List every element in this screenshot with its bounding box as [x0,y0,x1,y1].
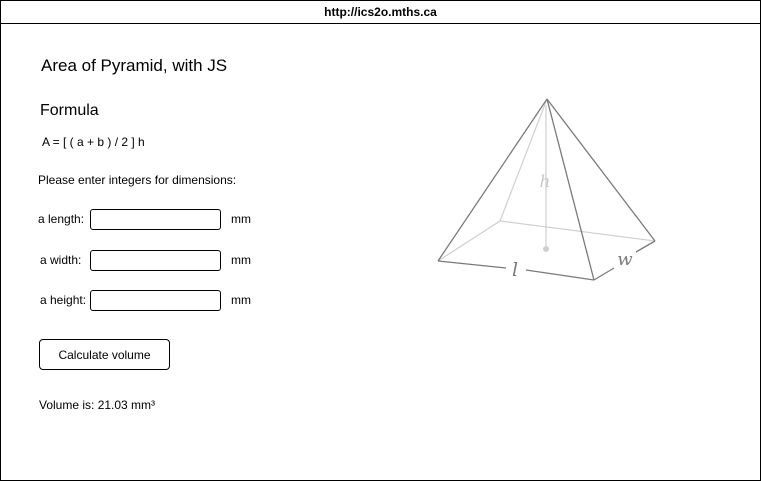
calculate-volume-button[interactable]: Calculate volume [39,339,170,370]
result-text: Volume is: 21.03 mm³ [39,398,156,412]
length-label: a length: [38,212,85,226]
pyramid-width-edge-front [593,267,615,281]
pyramid-length-edge-right [525,269,595,281]
length-unit: mm [231,212,251,226]
height-symbol: h [540,172,551,192]
formula-heading: Formula [40,102,99,119]
pyramid-front-right-edge [546,98,595,281]
pyramid-back-left-edge [499,98,548,222]
height-label: a height: [40,293,87,307]
pyramid-back-base-edge-right [499,220,656,242]
instructions-text: Please enter integers for dimensions: [38,173,237,187]
length-symbol: l [512,259,518,281]
formula-text: A = [ ( a + b ) / 2 ] h [42,135,145,149]
height-input[interactable] [90,290,221,311]
height-unit: mm [231,293,251,307]
pyramid-front-left-edge [437,98,548,262]
page-title: Area of Pyramid, with JS [41,56,228,75]
pyramid-diagram: h l w [437,98,656,281]
width-unit: mm [231,253,251,267]
pyramid-width-edge-back [635,240,656,253]
pyramid-back-right-edge [546,98,656,242]
width-input[interactable] [90,250,221,271]
pyramid-length-edge-left [437,260,507,269]
length-input[interactable] [90,209,221,230]
width-label: a width: [40,253,82,267]
width-symbol: w [617,249,633,270]
pyramid-base-center-dot [543,246,549,252]
pyramid-back-base-edge-left [437,220,501,262]
url-bar[interactable]: http://ics2o.mths.ca [1,1,760,24]
